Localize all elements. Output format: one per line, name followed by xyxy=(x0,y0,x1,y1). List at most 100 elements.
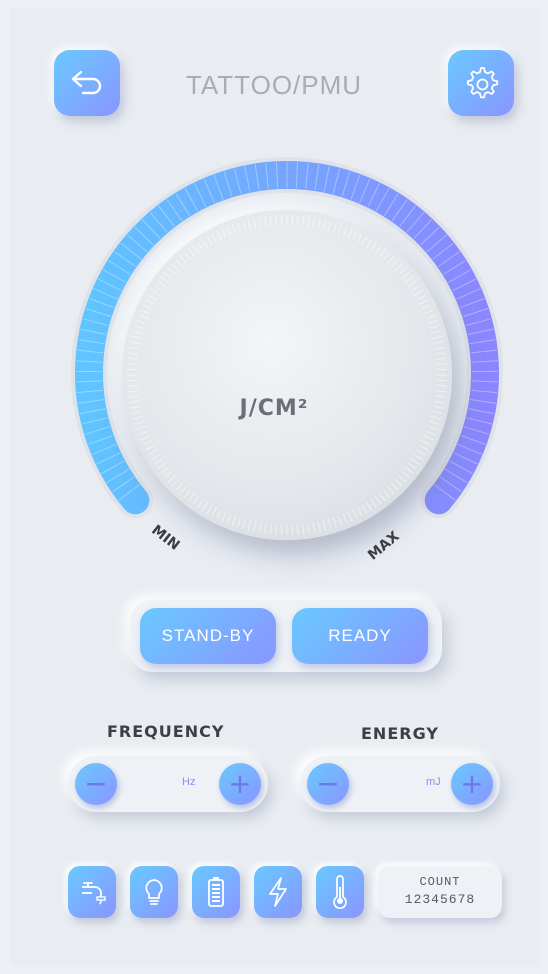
shot-counter: COUNT 12345678 xyxy=(378,866,502,918)
knob-ridge xyxy=(356,233,363,243)
knob-ridge xyxy=(436,357,447,360)
knob-ridge xyxy=(423,435,434,441)
knob-ridge xyxy=(404,466,414,474)
knob-ridge xyxy=(151,454,161,461)
energy-stepper: − mJ + xyxy=(300,756,500,812)
knob-ridge xyxy=(352,230,358,241)
knob-ridge xyxy=(145,299,155,306)
knob-ridge xyxy=(401,471,410,479)
knob-ridge xyxy=(429,420,440,425)
knob-ridge xyxy=(342,513,348,524)
knob-ridge xyxy=(167,267,176,275)
mode-toggle: STAND-BY READY xyxy=(130,600,442,672)
knob-ridge xyxy=(421,440,432,446)
energy-minus-button[interactable]: − xyxy=(307,763,349,805)
knob-ridge xyxy=(421,304,432,310)
knob-ridge xyxy=(175,259,184,268)
knob-ridge xyxy=(413,454,423,461)
knob-ridge xyxy=(436,385,447,387)
knob-ridge xyxy=(347,228,353,239)
battery-button[interactable] xyxy=(192,866,240,918)
standby-button[interactable]: STAND-BY xyxy=(140,608,276,664)
frequency-plus-button[interactable]: + xyxy=(219,763,261,805)
knob-ridge xyxy=(404,276,414,284)
knob-ridge xyxy=(312,522,316,533)
knob-ridge xyxy=(435,352,446,355)
knob-ridge xyxy=(370,499,377,508)
knob-ridge xyxy=(258,522,262,533)
knob-ridge xyxy=(197,242,204,251)
knob-ridge xyxy=(133,330,143,335)
battery-icon xyxy=(208,877,224,907)
knob-ridge xyxy=(390,259,399,268)
knob-ridge xyxy=(211,233,218,243)
knob-ridge xyxy=(201,501,208,511)
knob-ridge xyxy=(427,425,438,431)
knob-ridge xyxy=(221,511,227,522)
knob-ridge xyxy=(140,309,151,315)
water-tap-icon xyxy=(82,882,106,905)
knob-ridge xyxy=(436,390,447,393)
knob-ridge xyxy=(361,236,368,246)
knob-ridge xyxy=(383,489,391,498)
water-button[interactable] xyxy=(68,866,116,918)
knob-ridge xyxy=(142,440,153,446)
knob-ridge xyxy=(383,252,391,261)
knob-ridge xyxy=(370,242,377,251)
knob-ridge xyxy=(419,444,429,451)
thermometer-icon xyxy=(333,875,347,909)
knob-ridge xyxy=(136,425,147,431)
knob-ridge xyxy=(337,515,343,526)
knob-ridge xyxy=(140,435,151,441)
knob-ridge xyxy=(253,521,257,532)
knob-ridge xyxy=(171,478,180,487)
knob-ridge xyxy=(134,420,145,425)
knob-ridge xyxy=(347,511,353,522)
light-button[interactable] xyxy=(130,866,178,918)
knob-ridge xyxy=(253,218,257,229)
knob-ridge xyxy=(127,385,138,387)
temperature-button[interactable] xyxy=(316,866,364,918)
knob-ridge xyxy=(231,515,237,526)
knob-ridge xyxy=(352,509,358,520)
knob-ridge xyxy=(157,462,166,470)
knob-ridge xyxy=(127,363,138,365)
knob-ridge xyxy=(302,215,305,226)
knob-ridge xyxy=(206,504,213,514)
knob-ridge xyxy=(211,507,218,517)
knob-ridge xyxy=(138,430,149,436)
knob-ridge xyxy=(269,524,272,535)
knob-ridge xyxy=(154,458,163,465)
knob-ridge xyxy=(188,248,196,258)
knob-ridge xyxy=(327,221,332,231)
knob-ridge xyxy=(317,218,321,229)
knob-ridge xyxy=(429,325,440,330)
knob-ridge xyxy=(258,217,262,228)
knob-ridge xyxy=(390,482,399,491)
energy-plus-button[interactable]: + xyxy=(451,763,493,805)
energy-label: ENERGY xyxy=(361,724,439,743)
knob-ridge xyxy=(247,520,252,531)
knob-ridge xyxy=(332,222,337,233)
knob-ridge xyxy=(332,517,337,528)
lightbulb-icon xyxy=(145,879,163,905)
power-button[interactable] xyxy=(254,866,302,918)
knob-ridge xyxy=(337,224,343,235)
ready-button[interactable]: READY xyxy=(292,608,428,664)
dial-knob[interactable] xyxy=(122,210,452,540)
knob-ridge xyxy=(361,504,368,514)
knob-ridge xyxy=(408,280,417,288)
knob-ridge xyxy=(264,523,267,534)
knob-ridge xyxy=(297,215,299,226)
knob-ridge xyxy=(183,489,191,498)
knob-ridge xyxy=(128,352,139,355)
knob-ridge xyxy=(431,330,441,335)
knob-ridge xyxy=(192,245,200,254)
knob-ridge xyxy=(374,245,382,254)
knob-ridge xyxy=(145,444,155,451)
knob-ridge xyxy=(226,226,232,237)
frequency-minus-button[interactable]: − xyxy=(75,763,117,805)
knob-ridge xyxy=(387,255,395,264)
knob-ridge xyxy=(434,346,445,350)
knob-ridge xyxy=(148,294,158,301)
